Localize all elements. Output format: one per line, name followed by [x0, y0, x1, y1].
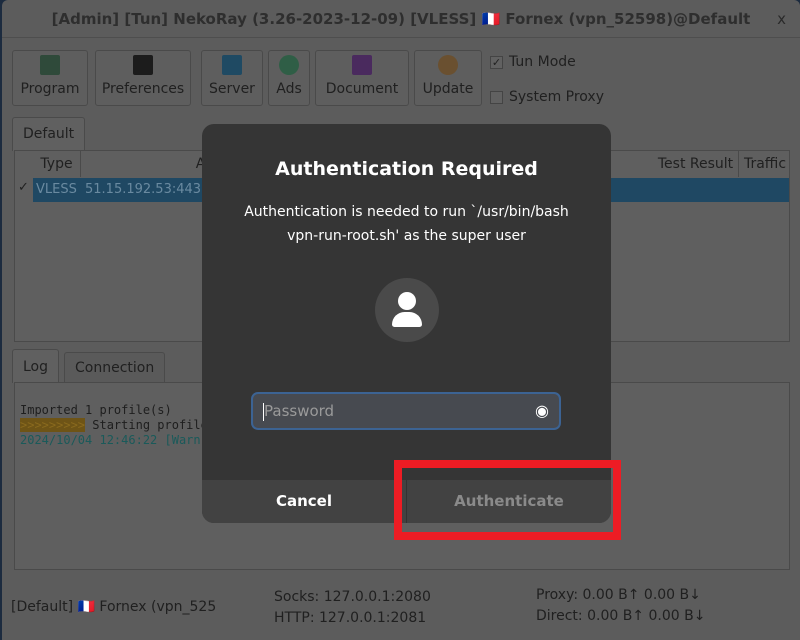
checkmark-icon: ✓: [490, 55, 503, 69]
tab-connection[interactable]: Connection: [64, 352, 166, 382]
document-button[interactable]: Document: [315, 50, 409, 106]
preferences-button[interactable]: Preferences: [95, 50, 191, 106]
row-address: 51.15.192.53:443: [85, 182, 202, 197]
ads-button[interactable]: Ads: [268, 50, 310, 106]
preferences-label: Preferences: [101, 81, 185, 97]
program-label: Program: [20, 81, 80, 97]
dialog-message: Authentication is needed to run `/usr/bi…: [244, 204, 569, 244]
row-type: VLESS: [36, 182, 77, 197]
close-button[interactable]: x: [777, 0, 786, 38]
server-icon: [222, 55, 242, 75]
dialog-title: Authentication Required: [275, 158, 538, 180]
server-label: Server: [209, 81, 255, 97]
cancel-button[interactable]: Cancel: [202, 480, 406, 523]
status-direct: Direct: 0.00 B↑ 0.00 B↓: [536, 608, 706, 624]
system-proxy-checkbox[interactable]: System Proxy: [490, 89, 604, 105]
password-placeholder: Password: [264, 402, 335, 420]
globe-icon: [279, 55, 299, 75]
tab-default[interactable]: Default: [12, 117, 86, 151]
program-icon: [40, 55, 60, 75]
status-socks: Socks: 127.0.0.1:2080: [274, 589, 431, 605]
active-check-icon: ✓: [18, 180, 29, 195]
program-button[interactable]: Program: [12, 50, 88, 106]
status-profile: [Default] 🇫🇷 Fornex (vpn_525: [11, 599, 217, 615]
tun-mode-label: Tun Mode: [509, 54, 576, 70]
preferences-icon: [133, 55, 153, 75]
status-traffic: Proxy: 0.00 B↑ 0.00 B↓ Direct: 0.00 B↑ 0.…: [536, 585, 705, 627]
ads-label: Ads: [276, 81, 302, 97]
status-proxy: Proxy: 0.00 B↑ 0.00 B↓: [536, 587, 701, 603]
password-input[interactable]: Password ◉: [251, 392, 561, 430]
server-button[interactable]: Server: [201, 50, 263, 106]
show-password-eye-icon[interactable]: ◉: [535, 394, 549, 428]
status-ports: Socks: 127.0.0.1:2080 HTTP: 127.0.0.1:208…: [274, 587, 431, 629]
tab-log[interactable]: Log: [12, 349, 60, 383]
update-icon: [438, 55, 458, 75]
log-line: Starting profile: [85, 418, 208, 432]
log-marker: >>>>>>>>>: [20, 418, 86, 432]
update-button[interactable]: Update: [414, 50, 482, 106]
highlight-box: [394, 460, 621, 540]
user-avatar-icon: [374, 278, 439, 342]
column-test-result[interactable]: Test Result: [653, 151, 739, 177]
checkbox-box: [490, 90, 503, 104]
status-http: HTTP: 127.0.0.1:2081: [274, 610, 427, 626]
system-proxy-label: System Proxy: [509, 89, 605, 105]
column-type[interactable]: Type: [33, 151, 81, 177]
window-title: [Admin] [Tun] NekoRay (3.26-2023-12-09) …: [51, 10, 751, 28]
update-label: Update: [422, 81, 474, 97]
tun-mode-checkbox[interactable]: ✓ Tun Mode: [490, 54, 576, 70]
document-icon: [352, 55, 372, 75]
column-traffic[interactable]: Traffic: [739, 151, 791, 177]
title-bar: [Admin] [Tun] NekoRay (3.26-2023-12-09) …: [2, 0, 800, 38]
document-label: Document: [325, 81, 399, 97]
